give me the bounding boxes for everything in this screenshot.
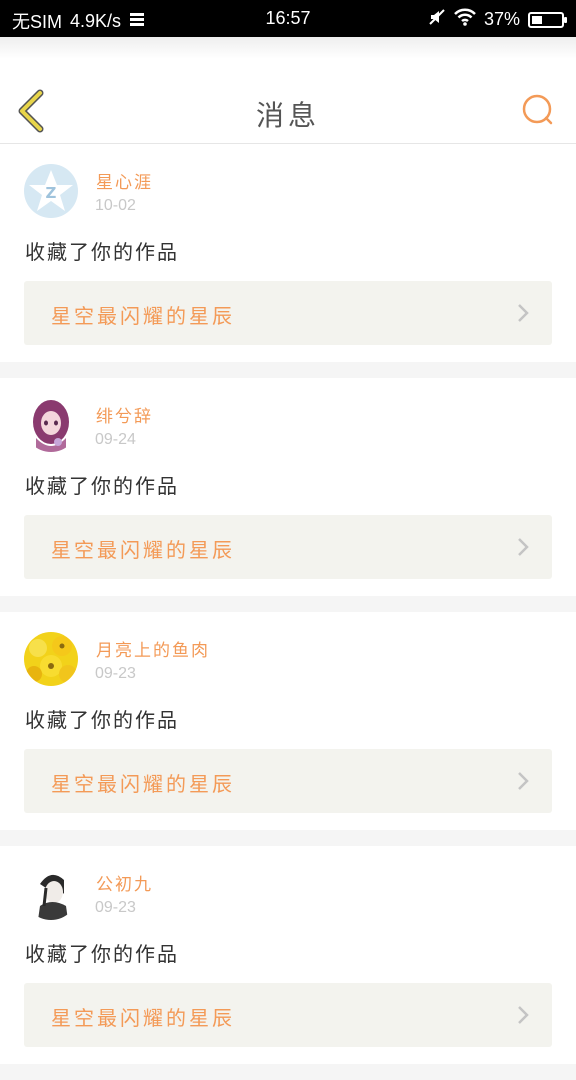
avatar[interactable] bbox=[24, 632, 78, 686]
wifi-icon bbox=[454, 8, 476, 31]
top-navigation-bar: 消息 bbox=[0, 37, 576, 144]
avatar[interactable]: Z bbox=[24, 164, 78, 218]
status-bar: 无SIM 4.9K/s 16:57 37% bbox=[0, 0, 576, 37]
search-icon bbox=[522, 94, 553, 125]
message-date: 09-23 bbox=[95, 899, 136, 916]
work-title: 星空最闪耀的星辰 bbox=[51, 1006, 235, 1030]
username[interactable]: 公初九 bbox=[96, 870, 153, 895]
work-link[interactable]: 星空最闪耀的星辰 bbox=[24, 515, 552, 579]
message-text: 收藏了你的作品 bbox=[25, 474, 179, 498]
battery-percent: 37% bbox=[483, 9, 520, 29]
chevron-right-icon bbox=[518, 772, 529, 790]
chevron-right-icon bbox=[518, 304, 529, 322]
message-text: 收藏了你的作品 bbox=[25, 708, 179, 732]
username[interactable]: 月亮上的鱼肉 bbox=[96, 636, 210, 661]
message-card: Z 星心涯 10-02 收藏了你的作品 星空最闪耀的星辰 bbox=[0, 144, 576, 362]
username[interactable]: 星心涯 bbox=[96, 168, 153, 193]
work-title: 星空最闪耀的星辰 bbox=[51, 304, 235, 328]
message-card: 公初九 09-23 收藏了你的作品 星空最闪耀的星辰 bbox=[0, 846, 576, 1064]
username[interactable]: 绯兮辞 bbox=[96, 402, 153, 427]
message-card: 月亮上的鱼肉 09-23 收藏了你的作品 星空最闪耀的星辰 bbox=[0, 612, 576, 830]
chevron-right-icon bbox=[518, 1006, 529, 1024]
status-right: 37% bbox=[428, 8, 567, 31]
message-date: 10-02 bbox=[95, 197, 136, 214]
message-date: 09-23 bbox=[95, 665, 136, 682]
page-title: 消息 bbox=[255, 99, 320, 132]
search-button[interactable] bbox=[520, 92, 556, 128]
svg-text:Z: Z bbox=[46, 184, 57, 202]
message-card: 绯兮辞 09-24 收藏了你的作品 星空最闪耀的星辰 bbox=[0, 378, 576, 596]
chevron-right-icon bbox=[518, 538, 529, 556]
message-list: Z 星心涯 10-02 收藏了你的作品 星空最闪耀的星辰 绯兮辞 09-24 收… bbox=[0, 144, 576, 1080]
work-link[interactable]: 星空最闪耀的星辰 bbox=[24, 749, 552, 813]
battery-icon bbox=[528, 11, 567, 28]
work-title: 星空最闪耀的星辰 bbox=[51, 772, 235, 796]
work-link[interactable]: 星空最闪耀的星辰 bbox=[24, 281, 552, 345]
mute-icon bbox=[428, 8, 446, 31]
message-date: 09-24 bbox=[95, 431, 136, 448]
avatar[interactable] bbox=[24, 398, 78, 452]
message-text: 收藏了你的作品 bbox=[25, 240, 179, 264]
work-link[interactable]: 星空最闪耀的星辰 bbox=[24, 983, 552, 1047]
avatar[interactable] bbox=[24, 866, 78, 920]
message-text: 收藏了你的作品 bbox=[25, 942, 179, 966]
work-title: 星空最闪耀的星辰 bbox=[51, 538, 235, 562]
